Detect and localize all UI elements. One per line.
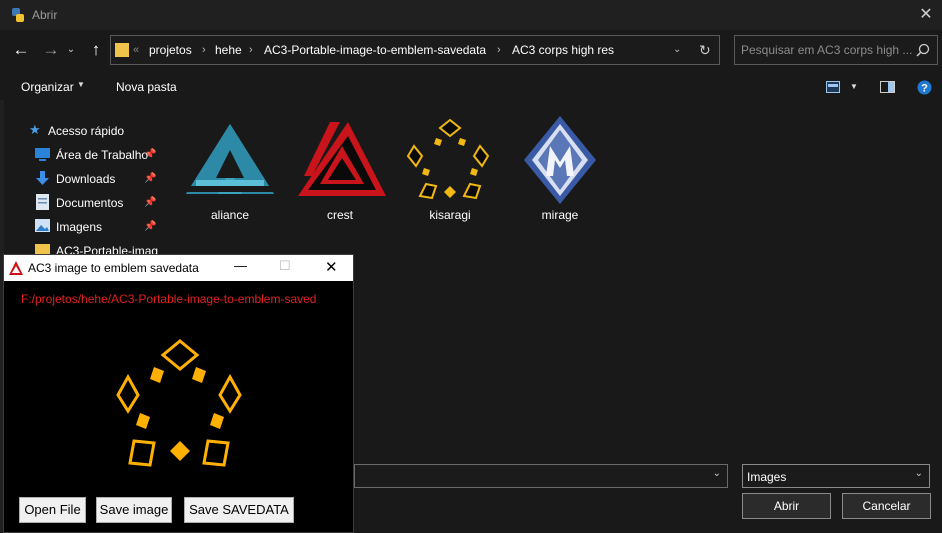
search-box[interactable]: Pesquisar em AC3 corps high ...	[734, 35, 938, 65]
breadcrumb-separator: ›	[202, 44, 206, 56]
file-type-value: Images	[747, 470, 787, 484]
refresh-icon[interactable]: ↻	[699, 36, 711, 64]
sidebar-item-desktop[interactable]: Área de Trabalho 📌	[34, 144, 158, 166]
folder-icon	[115, 43, 129, 57]
file-item-crest[interactable]: crest	[288, 112, 392, 222]
address-dropdown-icon[interactable]: ⌄	[673, 36, 681, 64]
crest-thumbnail	[298, 122, 386, 196]
sidebar-item-documents[interactable]: Documentos 📌	[34, 192, 158, 214]
breadcrumb-hehe[interactable]: hehe	[215, 36, 242, 64]
crest-app-icon	[9, 261, 23, 275]
emblem-preview	[116, 339, 242, 467]
breadcrumb-current[interactable]: AC3 corps high res	[512, 36, 614, 64]
sidebar-item-downloads[interactable]: Downloads 📌	[34, 168, 158, 190]
sidebar-item-label: Imagens	[56, 220, 103, 234]
pin-icon[interactable]: 📌	[144, 216, 156, 238]
sidebar-item-images[interactable]: Imagens 📌	[34, 216, 158, 238]
mirage-thumbnail	[524, 116, 596, 204]
document-icon	[36, 194, 49, 210]
up-arrow-icon[interactable]: ↑	[84, 38, 108, 62]
sidebar-item-label: Documentos	[56, 196, 124, 210]
file-item-mirage[interactable]: mirage	[508, 112, 612, 222]
file-item-kisaragi[interactable]: kisaragi	[398, 112, 502, 222]
back-arrow-icon[interactable]: ←	[9, 38, 33, 62]
chevron-down-icon[interactable]: ⌄	[713, 468, 721, 479]
svg-text:?: ?	[921, 83, 928, 95]
help-icon[interactable]: ?	[917, 80, 932, 95]
sidebar: ★ Acesso rápido Área de Trabalho 📌 Downl…	[0, 100, 164, 258]
pin-icon[interactable]: 📌	[144, 144, 156, 166]
file-name: mirage	[541, 208, 579, 222]
breadcrumb-projetos[interactable]: projetos	[149, 36, 192, 64]
view-dropdown-icon[interactable]: ▼	[850, 82, 858, 91]
file-name: aliance	[210, 208, 250, 222]
file-name: kisaragi	[429, 208, 471, 222]
save-image-button[interactable]: Save image	[96, 497, 172, 523]
sidebar-item-label: Downloads	[56, 172, 116, 186]
dialog-title-bar: Abrir ✕	[0, 0, 942, 30]
popup-title: AC3 image to emblem savedata	[28, 261, 199, 275]
open-file-button[interactable]: Open File	[19, 497, 86, 523]
kisaragi-thumbnail	[406, 118, 490, 200]
file-path-label: F:/projetos/hehe/AC3-Portable-image-to-e…	[21, 292, 317, 306]
dialog-title: Abrir	[32, 8, 58, 22]
view-options-icon[interactable]	[826, 81, 840, 93]
cancel-button[interactable]: Cancelar	[842, 493, 931, 519]
overflow-chevron[interactable]: «	[133, 36, 139, 64]
sidebar-item-label: Área de Trabalho	[56, 148, 149, 162]
desktop-icon	[35, 148, 50, 161]
minimize-icon[interactable]: —	[234, 258, 247, 273]
images-icon	[35, 219, 50, 232]
star-icon: ★	[29, 122, 41, 137]
sidebar-item-quick-access[interactable]: Acesso rápido	[48, 124, 124, 138]
breadcrumb-separator: ›	[249, 44, 253, 56]
breadcrumb-ac3-portable[interactable]: AC3-Portable-image-to-emblem-savedata	[264, 36, 486, 64]
new-folder-button[interactable]: Nova pasta	[116, 80, 177, 94]
pin-icon[interactable]: 📌	[144, 192, 156, 214]
recent-dropdown-icon[interactable]: ⌄	[59, 38, 83, 62]
file-type-select[interactable]: Images ⌄	[742, 464, 930, 488]
close-icon[interactable]: ✕	[325, 258, 338, 276]
python-icon	[12, 8, 24, 22]
open-button[interactable]: Abrir	[742, 493, 831, 519]
address-bar[interactable]: « projetos › hehe › AC3-Portable-image-t…	[110, 35, 720, 65]
file-name: crest	[326, 208, 353, 222]
search-icon[interactable]	[916, 43, 930, 57]
download-icon	[36, 171, 49, 185]
popup-title-bar: AC3 image to emblem savedata — ☐ ✕	[4, 255, 353, 281]
breadcrumb-separator: ›	[497, 44, 501, 56]
file-item-aliance[interactable]: aliance	[178, 112, 282, 222]
organize-button[interactable]: Organizar	[21, 80, 74, 94]
chevron-down-icon[interactable]: ⌄	[915, 468, 923, 479]
preview-pane-icon[interactable]	[880, 81, 895, 93]
save-savedata-button[interactable]: Save SAVEDATA	[184, 497, 294, 523]
maximize-icon[interactable]: ☐	[279, 258, 291, 274]
search-placeholder[interactable]: Pesquisar em AC3 corps high ...	[741, 43, 912, 57]
aliance-thumbnail	[186, 124, 274, 194]
close-icon[interactable]: ✕	[916, 4, 936, 24]
pin-icon[interactable]: 📌	[144, 168, 156, 190]
chevron-down-icon[interactable]: ▼	[77, 80, 85, 89]
ac3-popup-window: AC3 image to emblem savedata — ☐ ✕ F:/pr…	[3, 254, 354, 533]
filename-combobox[interactable]: ⌄	[354, 464, 728, 488]
